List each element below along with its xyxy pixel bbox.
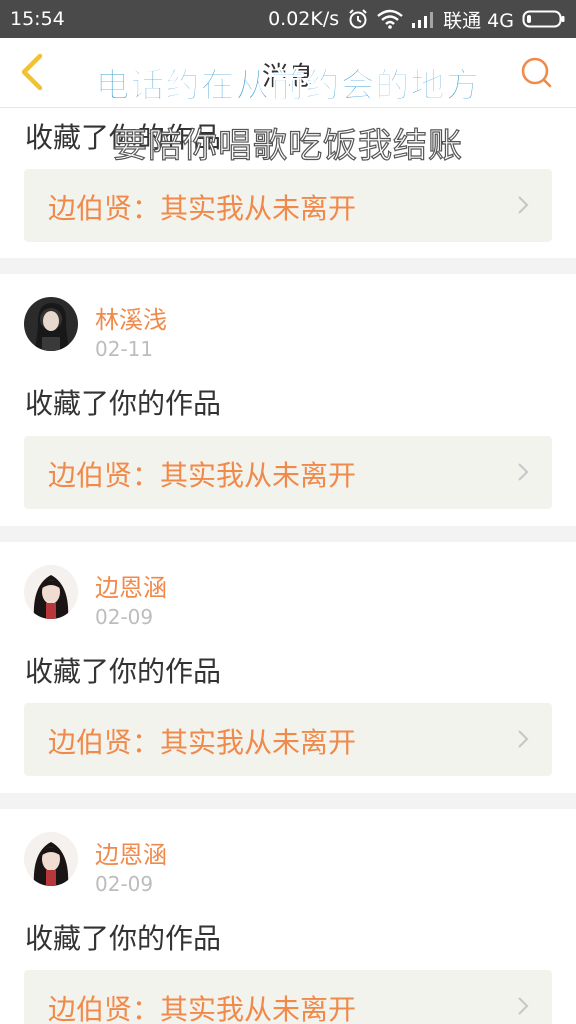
entry-action-text: 收藏了你的作品 [25, 387, 222, 420]
quoted-work-card[interactable]: 边伯贤：其实我从未离开 [24, 970, 552, 1024]
timestamp: 02-11 [95, 337, 154, 361]
username[interactable]: 边恩涵 [95, 835, 167, 870]
avatar[interactable] [24, 832, 78, 886]
avatar[interactable] [24, 297, 78, 351]
timestamp: 02-09 [95, 605, 154, 629]
quoted-work-card[interactable]: 边伯贤：其实我从未离开 [24, 169, 552, 242]
status-time: 15:54 [10, 8, 65, 30]
message-entry: 边恩涵 02-09 收藏了你的作品 边伯贤：其实我从未离开 [0, 809, 576, 1024]
entry-divider [0, 793, 576, 809]
floating-lyric-line-1: 电话约在从前约会的地方 [95, 66, 481, 107]
alarm-icon [347, 8, 369, 30]
carrier-label: 联通 4G [443, 9, 514, 32]
status-bar: 15:54 0.02K/s 联通 4G [0, 0, 576, 38]
quoted-work-title: 边伯贤：其实我从未离开 [48, 726, 357, 759]
message-feed[interactable]: 收藏了你的作品 边伯贤：其实我从未离开 林溪浅 02-11 收藏了你的作品 边伯… [0, 108, 576, 1024]
chevron-right-icon [518, 730, 529, 748]
entry-divider [0, 258, 576, 274]
avatar[interactable] [24, 565, 78, 619]
message-entry: 林溪浅 02-11 收藏了你的作品 边伯贤：其实我从未离开 [0, 274, 576, 526]
username[interactable]: 林溪浅 [95, 300, 167, 335]
entry-divider [0, 526, 576, 542]
quoted-work-card[interactable]: 边伯贤：其实我从未离开 [24, 436, 552, 509]
status-indicators: 0.02K/s 联通 4G [268, 6, 566, 33]
entry-action-text: 收藏了你的作品 [25, 655, 222, 688]
signal-icon [411, 10, 435, 28]
battery-icon [522, 9, 566, 29]
chevron-right-icon [518, 196, 529, 214]
network-speed: 0.02K/s [268, 8, 340, 30]
wifi-icon [377, 9, 403, 29]
chevron-right-icon [518, 463, 529, 481]
chevron-right-icon [518, 997, 529, 1015]
quoted-work-title: 边伯贤：其实我从未离开 [48, 993, 357, 1024]
username[interactable]: 边恩涵 [95, 568, 167, 603]
quoted-work-card[interactable]: 边伯贤：其实我从未离开 [24, 703, 552, 776]
floating-lyric-line-2: 要陪你唱歌吃饭我结账 [112, 125, 463, 166]
timestamp: 02-09 [95, 872, 154, 896]
quoted-work-title: 边伯贤：其实我从未离开 [48, 192, 357, 225]
quoted-work-title: 边伯贤：其实我从未离开 [48, 459, 357, 492]
message-entry: 边恩涵 02-09 收藏了你的作品 边伯贤：其实我从未离开 [0, 542, 576, 793]
entry-action-text: 收藏了你的作品 [25, 922, 222, 955]
